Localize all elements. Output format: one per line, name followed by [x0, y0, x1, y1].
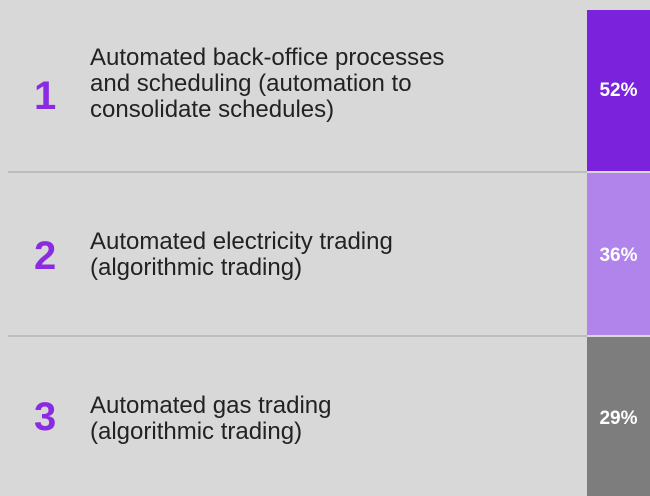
- row-divider: [8, 335, 587, 337]
- row-label-2-line-1: Automated electricity trading: [90, 228, 393, 255]
- row-divider: [8, 171, 587, 173]
- row-label-2-line-2: (algorithmic trading): [90, 254, 303, 281]
- rank-number-1: 1: [34, 74, 57, 118]
- row-label-1-line-3: consolidate schedules): [90, 96, 335, 123]
- value-label-1: 52%: [599, 80, 638, 101]
- value-label-2: 36%: [599, 245, 638, 266]
- row-label-3: Automated gas trading (algorithmic tradi…: [90, 393, 570, 445]
- value-label-3: 29%: [599, 408, 638, 429]
- rank-number-2: 2: [34, 234, 57, 278]
- row-label-1-line-2: and scheduling (automation to: [90, 70, 412, 97]
- row-label-1: Automated back-office processes and sche…: [90, 45, 570, 123]
- row-label-1-line-1: Automated back-office processes: [90, 44, 445, 71]
- row-label-3-line-2: (algorithmic trading): [90, 418, 303, 445]
- rank-number-3: 3: [34, 395, 57, 439]
- row-label-3-line-1: Automated gas trading: [90, 392, 332, 419]
- row-label-2: Automated electricity trading (algorithm…: [90, 229, 570, 281]
